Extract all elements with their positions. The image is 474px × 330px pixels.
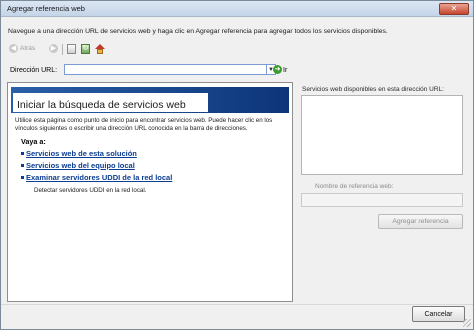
add-web-reference-dialog: Agregar referencia web ✕ Navegue a una d…: [0, 0, 474, 330]
resize-grip-icon[interactable]: [463, 319, 471, 327]
web-reference-name-input[interactable]: [301, 193, 463, 207]
instruction-text: Navegue a una dirección URL de servicios…: [8, 28, 388, 35]
home-icon-body: [97, 49, 103, 54]
link-solution-services[interactable]: Servicios web de esta solución: [26, 149, 137, 158]
footer-divider: [1, 304, 473, 305]
add-reference-button[interactable]: Agregar referencia: [378, 214, 463, 229]
available-services-list[interactable]: [301, 95, 463, 175]
stop-page-icon[interactable]: [67, 44, 76, 54]
back-arrow-icon: ◀: [9, 44, 18, 53]
refresh-icon[interactable]: ↻: [81, 44, 90, 54]
goto-label: Vaya a:: [21, 137, 46, 146]
start-banner: Iniciar la búsqueda de servicios web: [11, 87, 289, 113]
banner-title: Iniciar la búsqueda de servicios web: [17, 99, 186, 111]
go-arrow-icon[interactable]: ➜: [273, 65, 282, 74]
bullet-icon: [21, 164, 24, 167]
web-reference-name-label: Nombre de referencia web:: [315, 183, 394, 190]
toolbar-separator: [62, 44, 63, 55]
bullet-icon: [21, 176, 24, 179]
title-bar[interactable]: Agregar referencia web ✕: [1, 1, 473, 17]
url-label: Dirección URL:: [10, 67, 58, 74]
uddi-description: Detectar servidores UDDI en la red local…: [34, 187, 147, 194]
link-browse-uddi-servers[interactable]: Examinar servidores UDDI de la red local: [26, 173, 172, 182]
web-browser-pane[interactable]: Iniciar la búsqueda de servicios web Uti…: [7, 82, 293, 302]
cancel-button[interactable]: Cancelar: [412, 306, 465, 322]
bullet-icon: [21, 152, 24, 155]
go-button[interactable]: Ir: [283, 67, 287, 74]
forward-arrow-icon[interactable]: ▶: [49, 44, 58, 53]
home-icon[interactable]: [95, 44, 105, 54]
window-title: Agregar referencia web: [7, 4, 85, 13]
close-icon: ✕: [450, 4, 458, 13]
link-local-machine-services[interactable]: Servicios web del equipo local: [26, 161, 135, 170]
back-button[interactable]: ◀ Atrás: [9, 44, 35, 53]
intro-text: Utilice esta página como punto de inicio…: [15, 117, 273, 132]
url-input[interactable]: [64, 64, 267, 75]
close-button[interactable]: ✕: [439, 3, 469, 15]
back-label: Atrás: [20, 45, 36, 53]
browser-toolbar: ◀ Atrás ▶ ↻: [7, 43, 147, 57]
available-services-label: Servicios web disponibles en esta direcc…: [302, 86, 444, 93]
